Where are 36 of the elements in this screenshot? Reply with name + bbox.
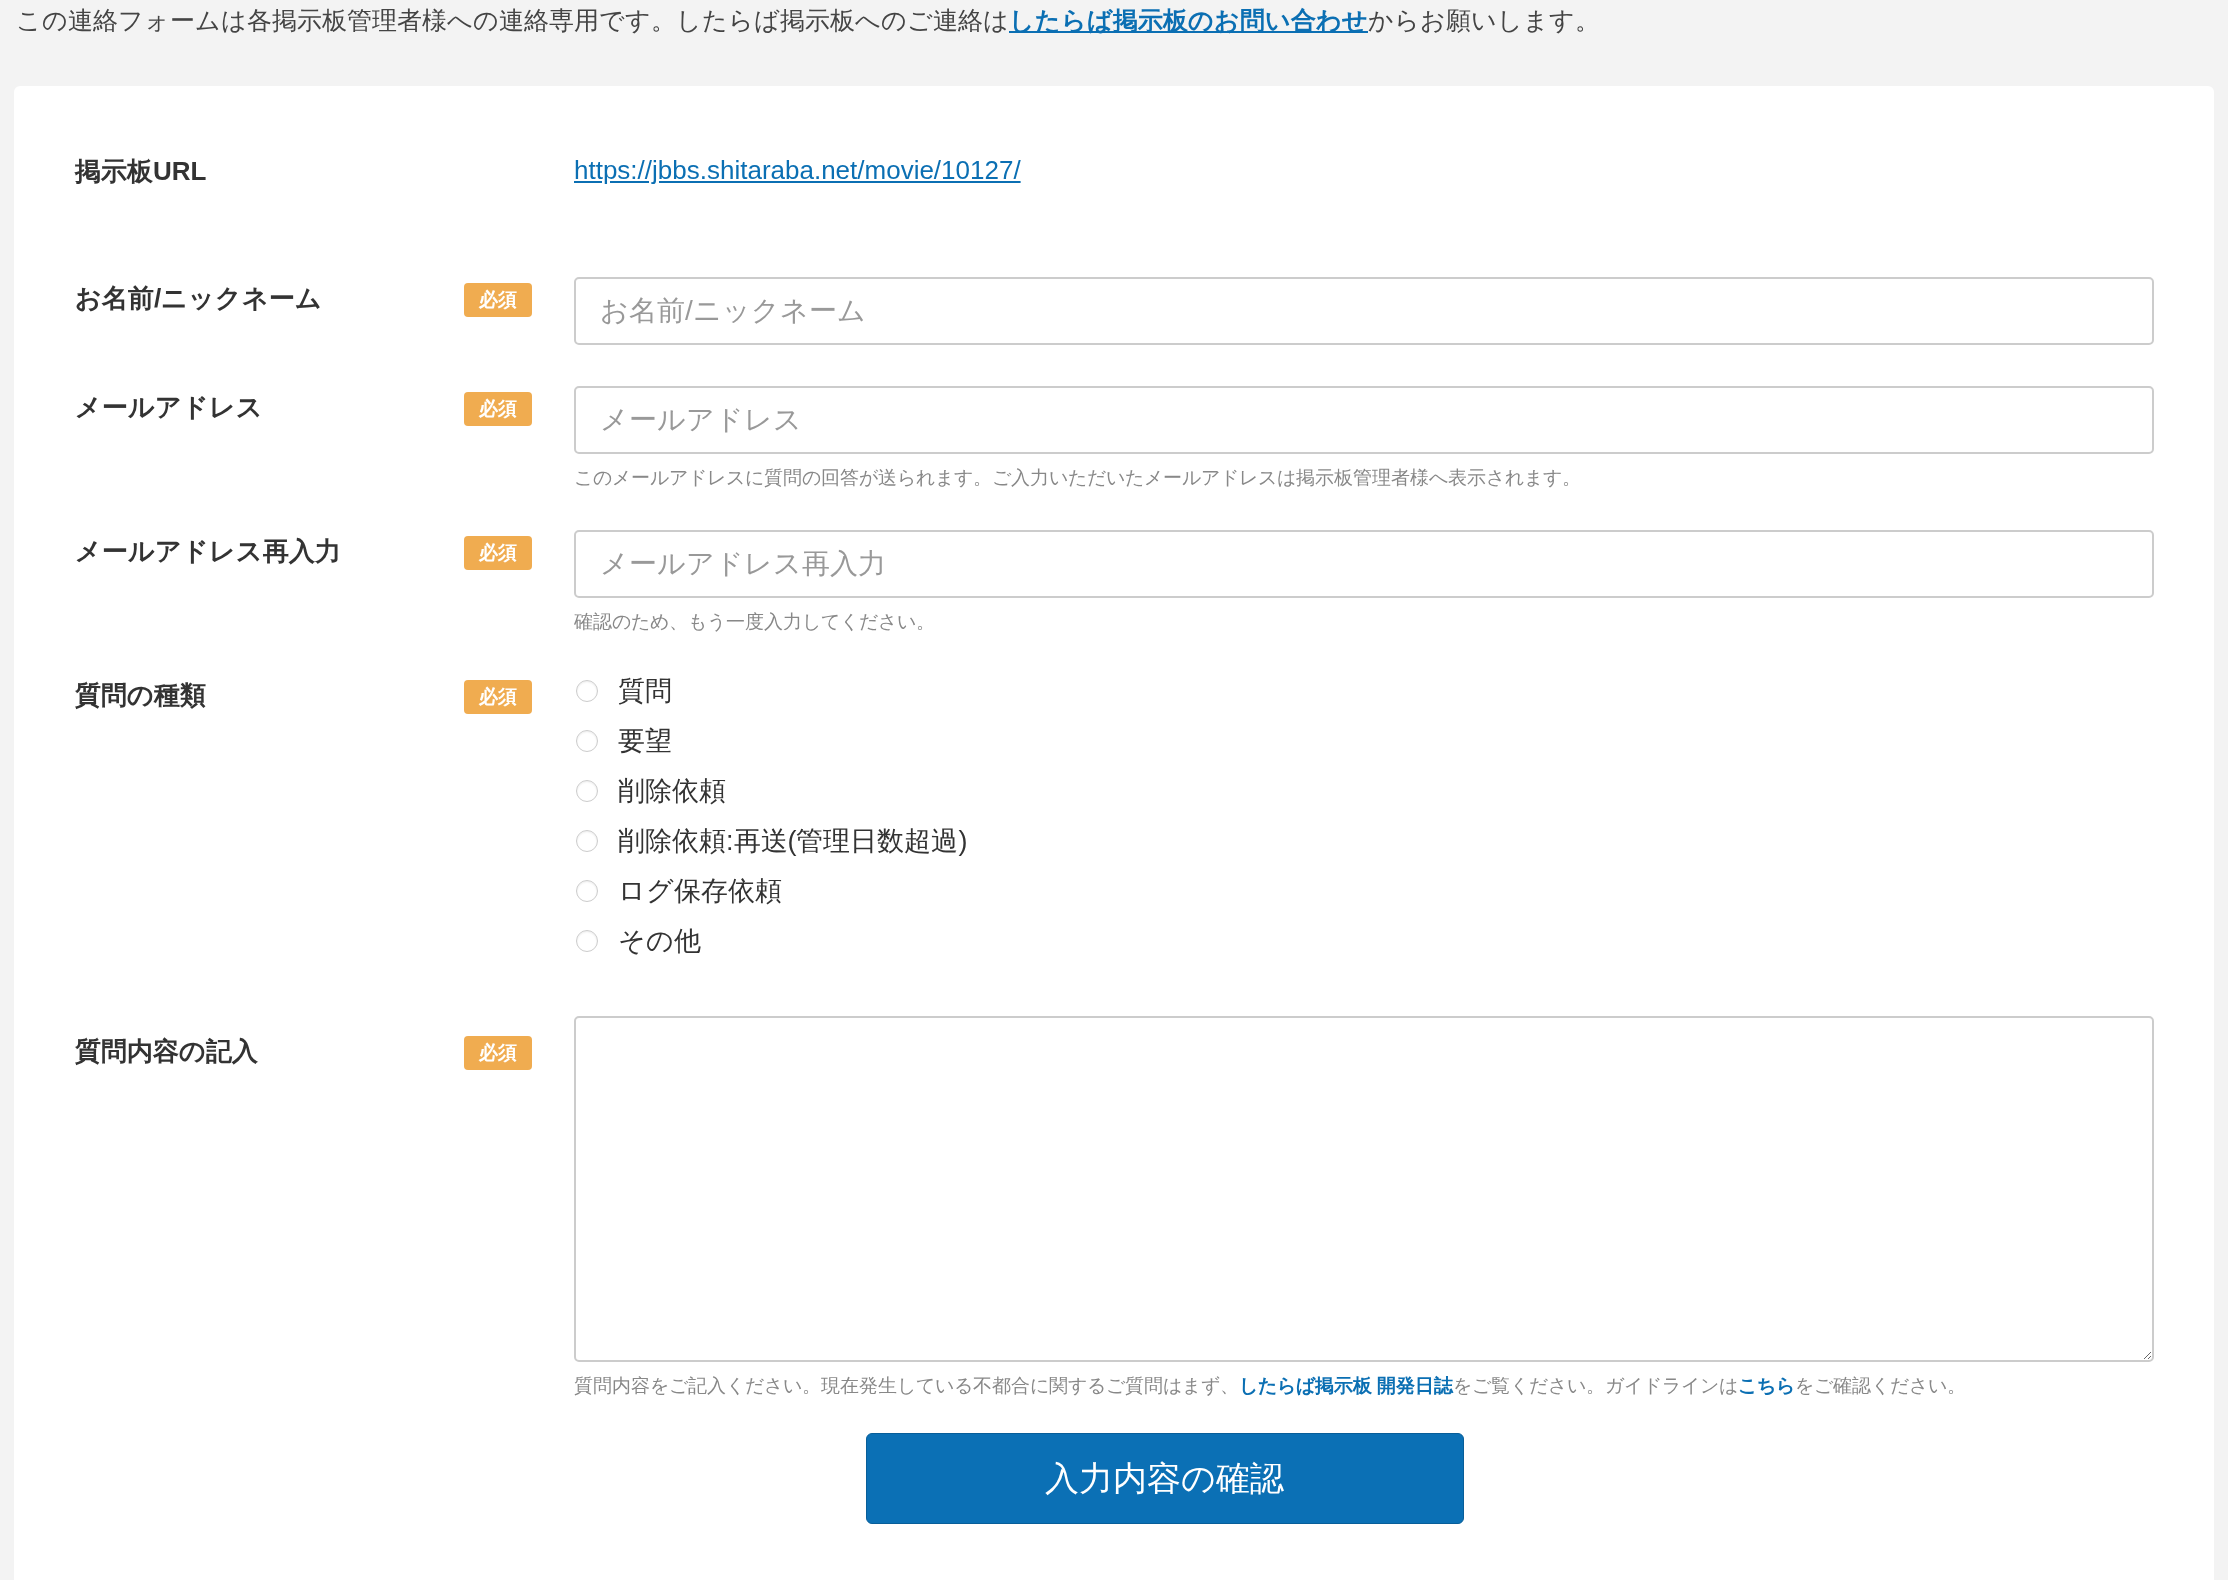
field-label: メールアドレス bbox=[75, 391, 264, 424]
text-input-field[interactable]: メールアドレス bbox=[574, 386, 2154, 454]
radio-button[interactable] bbox=[576, 930, 598, 952]
required-badge: 必須 bbox=[464, 680, 532, 714]
radio-label[interactable]: 要望 bbox=[618, 723, 672, 759]
board-url-link[interactable]: https://jbbs.shitaraba.net/movie/10127/ bbox=[574, 155, 1021, 185]
radio-label[interactable]: 質問 bbox=[618, 673, 672, 709]
radio-label[interactable]: 削除依頼 bbox=[618, 773, 726, 809]
required-badge: 必須 bbox=[464, 536, 532, 570]
help-link[interactable]: したらば掲示板 開発日誌 bbox=[1239, 1375, 1454, 1396]
notice-text: この連絡フォームは各掲示板管理者様への連絡専用です。したらば掲示板へのご連絡は したらば掲示板のお問い合わせからお願いします。 bbox=[15, 5, 1601, 36]
field-label: 質問内容の記入 bbox=[75, 1035, 259, 1068]
required-badge: 必須 bbox=[464, 1036, 532, 1070]
text-input-field[interactable]: お名前/ニックネーム bbox=[574, 277, 2154, 345]
radio-button[interactable] bbox=[576, 730, 598, 752]
field-label: 掲示板URL bbox=[75, 155, 208, 188]
radio-button[interactable] bbox=[576, 830, 598, 852]
help-text: 質問内容をご記入ください。現在発生している不都合に関するご質問はまず、したらば掲示板 開発日誌をご覧ください。ガイドラインはこちら をご確認ください。 bbox=[574, 1374, 1968, 1398]
help-link[interactable]: こちら bbox=[1738, 1375, 1796, 1396]
radio-button[interactable] bbox=[576, 880, 598, 902]
help-text: このメールアドレスに質問の回答が送られます。ご入力いただいたメールアドレスは掲示板管理者様へ表示されます。 bbox=[574, 466, 1582, 490]
inquiry-link[interactable]: したらば掲示板のお問い合わせ bbox=[1009, 6, 1368, 34]
radio-button[interactable] bbox=[576, 680, 598, 702]
required-badge: 必須 bbox=[464, 283, 532, 317]
help-text: 確認のため、もう一度入力してください。 bbox=[574, 610, 936, 634]
question-textarea[interactable] bbox=[574, 1016, 2154, 1362]
radio-label[interactable]: その他 bbox=[618, 923, 701, 959]
field-label: メールアドレス再入力 bbox=[75, 535, 342, 568]
field-label: お名前/ニックネーム bbox=[75, 282, 324, 315]
radio-button[interactable] bbox=[576, 780, 598, 802]
radio-label[interactable]: ログ保存依頼 bbox=[618, 873, 782, 909]
text-input-field[interactable]: メールアドレス再入力 bbox=[574, 530, 2154, 598]
radio-label[interactable]: 削除依頼:再送(管理日数超過) bbox=[618, 823, 968, 859]
confirm-button[interactable]: 入力内容の確認 bbox=[865, 1433, 1464, 1524]
required-badge: 必須 bbox=[464, 392, 532, 426]
field-label: 質問の種類 bbox=[75, 679, 207, 712]
